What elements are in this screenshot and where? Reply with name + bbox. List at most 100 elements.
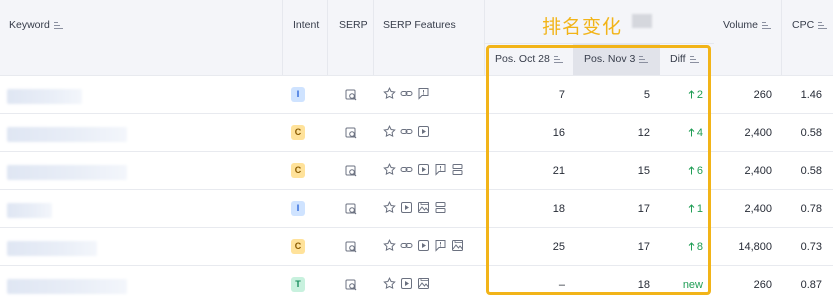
header-pos-oct[interactable]: Pos. Oct 28: [485, 43, 573, 75]
sort-icon[interactable]: [762, 21, 772, 29]
volume-cell: 260: [714, 76, 772, 113]
keyword-redacted[interactable]: [7, 127, 127, 142]
layout-icon[interactable]: [451, 163, 464, 179]
star-icon[interactable]: [383, 200, 396, 217]
video-icon[interactable]: [400, 277, 413, 293]
video-icon[interactable]: [400, 201, 413, 217]
star-icon[interactable]: [383, 238, 396, 255]
cpc-value: 0.73: [800, 240, 822, 253]
image-icon[interactable]: [451, 239, 464, 255]
header-pos-nov[interactable]: Pos. Nov 3: [573, 43, 660, 75]
cpc-value: 0.58: [800, 126, 822, 139]
intent-badge[interactable]: C: [291, 239, 305, 254]
intent-cell: I: [291, 190, 311, 227]
intent-badge[interactable]: I: [291, 87, 305, 102]
header-volume[interactable]: Volume: [714, 0, 782, 75]
cpc-cell: 0.73: [782, 228, 822, 265]
header-diff-label: Diff: [670, 53, 686, 65]
pos-nov-value: 15: [637, 164, 650, 177]
intent-cell: C: [291, 152, 311, 189]
keyword-redacted[interactable]: [7, 241, 97, 256]
serp-features-cell: [383, 190, 483, 227]
sort-icon[interactable]: [639, 55, 649, 63]
pos-nov-cell: 17: [573, 228, 650, 265]
table-row-1[interactable]: I 7 5 2 260 1.46: [0, 75, 833, 113]
sort-icon[interactable]: [53, 21, 63, 29]
serp-preview-icon[interactable]: [345, 203, 357, 215]
header-diff[interactable]: Diff: [660, 43, 715, 75]
keyword-redacted[interactable]: [7, 203, 52, 218]
pos-oct-value: –: [558, 278, 565, 291]
link-icon[interactable]: [400, 125, 413, 141]
intent-badge[interactable]: T: [291, 277, 305, 292]
serp-preview-icon[interactable]: [345, 241, 357, 253]
video-icon[interactable]: [417, 239, 430, 255]
diff-cell: new: [660, 266, 703, 303]
header-volume-label: Volume: [723, 19, 759, 31]
table-row-2[interactable]: C 16 12 4 2,400 0.58: [0, 113, 833, 151]
intent-cell: C: [291, 228, 311, 265]
keyword-redacted[interactable]: [7, 165, 127, 180]
intent-badge[interactable]: C: [291, 125, 305, 140]
sort-icon[interactable]: [818, 21, 828, 29]
star-icon[interactable]: [383, 276, 396, 293]
link-icon[interactable]: [400, 87, 413, 103]
star-icon[interactable]: [383, 86, 396, 103]
pos-nov-cell: 5: [573, 76, 650, 113]
comment-icon[interactable]: [434, 163, 447, 179]
volume-value: 260: [753, 88, 772, 101]
pos-oct-value: 21: [552, 164, 565, 177]
image-icon[interactable]: [417, 201, 430, 217]
redacted-area: [632, 14, 652, 28]
keyword-redacted[interactable]: [7, 89, 82, 104]
volume-cell: 2,400: [714, 190, 772, 227]
table-row-3[interactable]: C 21 15 6 2,400 0.58: [0, 151, 833, 189]
serp-preview-icon[interactable]: [345, 89, 357, 101]
comment-icon[interactable]: [434, 239, 447, 255]
pos-nov-value: 17: [637, 240, 650, 253]
diff-cell: 2: [660, 76, 703, 113]
diff-value: 4: [688, 127, 703, 139]
video-icon[interactable]: [417, 125, 430, 141]
diff-number: 4: [696, 126, 703, 139]
volume-cell: 260: [714, 266, 772, 303]
pos-nov-cell: 15: [573, 152, 650, 189]
intent-badge[interactable]: I: [291, 201, 305, 216]
serp-preview-icon[interactable]: [345, 127, 357, 139]
keyword-redacted[interactable]: [7, 279, 127, 294]
serp-preview-icon[interactable]: [345, 165, 357, 177]
pos-oct-cell: 18: [489, 190, 565, 227]
intent-badge[interactable]: C: [291, 163, 305, 178]
pos-oct-value: 18: [552, 202, 565, 215]
video-icon[interactable]: [417, 163, 430, 179]
cpc-value: 0.58: [800, 164, 822, 177]
link-icon[interactable]: [400, 239, 413, 255]
header-keyword[interactable]: Keyword: [0, 0, 283, 75]
diff-number: 6: [696, 164, 703, 177]
sort-icon[interactable]: [553, 55, 563, 63]
cpc-value: 0.78: [800, 202, 822, 215]
arrow-up-icon: [688, 204, 695, 213]
serp-cell: [345, 266, 361, 303]
image-icon[interactable]: [417, 277, 430, 293]
serp-features-cell: [383, 266, 483, 303]
star-icon[interactable]: [383, 124, 396, 141]
cpc-cell: 0.87: [782, 266, 822, 303]
serp-preview-icon[interactable]: [345, 279, 357, 291]
pos-nov-cell: 17: [573, 190, 650, 227]
link-icon[interactable]: [400, 163, 413, 179]
table-row-5[interactable]: C 25 17 8 14,800 0.73: [0, 227, 833, 265]
header-cpc[interactable]: CPC: [782, 0, 833, 75]
comment-icon[interactable]: [417, 87, 430, 103]
cpc-cell: 0.58: [782, 152, 822, 189]
volume-value: 2,400: [744, 164, 772, 177]
table-row-4[interactable]: I 18 17 1 2,400 0.78: [0, 189, 833, 227]
star-icon[interactable]: [383, 162, 396, 179]
pos-nov-value: 12: [637, 126, 650, 139]
overlay-title: 排名变化: [542, 16, 623, 38]
sort-icon[interactable]: [689, 55, 699, 63]
header-keyword-label: Keyword: [9, 19, 50, 31]
volume-value: 2,400: [744, 202, 772, 215]
table-row-6[interactable]: T – 18 new 260 0.87: [0, 265, 833, 303]
layout-icon[interactable]: [434, 201, 447, 217]
